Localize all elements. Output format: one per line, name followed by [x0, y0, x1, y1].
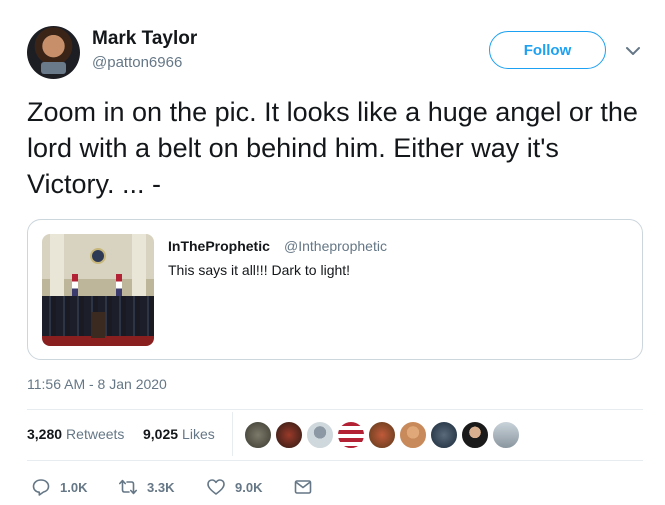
- author-name[interactable]: Mark Taylor: [92, 28, 197, 50]
- tweet-text: Zoom in on the pic. It looks like a huge…: [27, 97, 638, 199]
- quoted-tweet-text: This says it all!!! Dark to light!: [168, 262, 351, 278]
- like-button[interactable]: 9.0K: [206, 477, 262, 497]
- liker-avatar[interactable]: [244, 421, 272, 449]
- retweets-label: Retweets: [66, 426, 125, 442]
- liker-avatar[interactable]: [430, 421, 458, 449]
- stats-separator: [232, 412, 233, 456]
- likes-stat[interactable]: 9,025 Likes: [143, 426, 215, 442]
- like-icon: [207, 479, 225, 495]
- retweet-count: 3.3K: [147, 479, 175, 495]
- quoted-tweet-image[interactable]: [42, 234, 154, 346]
- reply-button[interactable]: 1.0K: [31, 477, 87, 497]
- liker-avatar[interactable]: [461, 421, 489, 449]
- likes-label: Likes: [182, 426, 215, 442]
- liker-avatar[interactable]: [399, 421, 427, 449]
- likes-count: 9,025: [143, 426, 179, 442]
- chevron-down-icon[interactable]: [624, 42, 642, 60]
- message-icon: [294, 480, 312, 494]
- author-handle[interactable]: @patton6966: [92, 54, 182, 71]
- quoted-author-handle: @Intheprophetic: [284, 238, 387, 254]
- retweet-button[interactable]: 3.3K: [118, 477, 174, 497]
- divider: [27, 460, 643, 461]
- follow-button[interactable]: Follow: [489, 31, 606, 69]
- tweet-timestamp[interactable]: 11:56 AM - 8 Jan 2020: [27, 376, 167, 392]
- liker-avatar[interactable]: [337, 421, 365, 449]
- quoted-author-name: InTheProphetic: [168, 238, 270, 254]
- reply-icon: [32, 479, 50, 496]
- liker-avatar[interactable]: [492, 421, 520, 449]
- like-count: 9.0K: [235, 479, 263, 495]
- author-avatar[interactable]: [27, 26, 80, 79]
- liker-avatar[interactable]: [275, 421, 303, 449]
- reply-count: 1.0K: [60, 479, 88, 495]
- liker-avatars: [244, 421, 520, 449]
- retweets-stat[interactable]: 3,280 Retweets: [27, 426, 124, 442]
- retweet-icon: [119, 479, 137, 495]
- quoted-tweet[interactable]: InTheProphetic @Intheprophetic This says…: [27, 219, 643, 360]
- divider: [27, 409, 643, 410]
- direct-message-button[interactable]: [293, 477, 313, 497]
- liker-avatar[interactable]: [368, 421, 396, 449]
- liker-avatar[interactable]: [306, 421, 334, 449]
- retweets-count: 3,280: [27, 426, 63, 442]
